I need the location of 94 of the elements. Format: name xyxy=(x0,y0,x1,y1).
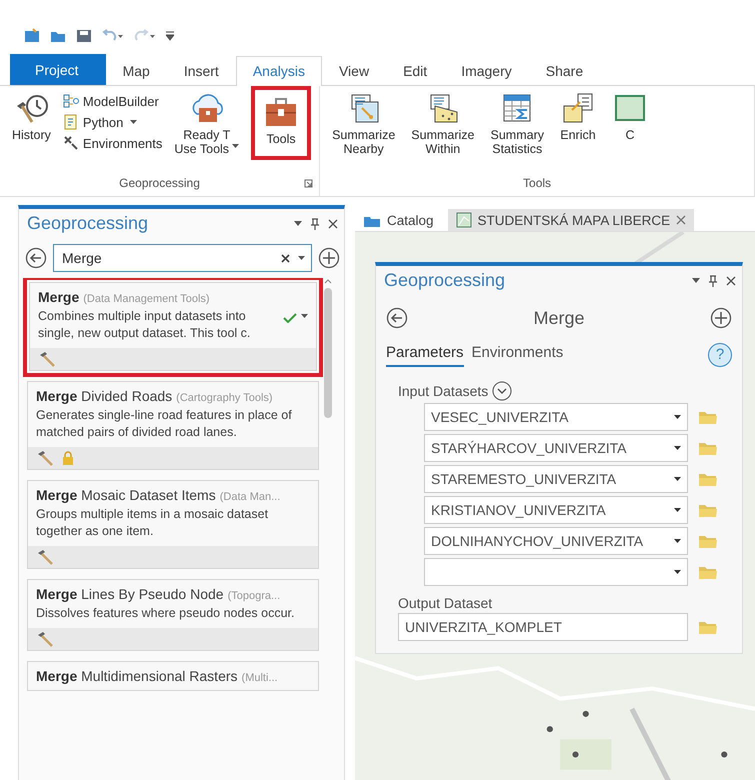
close-icon[interactable] xyxy=(676,215,686,225)
tool-description: Groups multiple items in a mosaic dataset together as one item. xyxy=(36,506,270,540)
document-tab[interactable]: Catalog xyxy=(355,210,442,231)
toolbox-name: (Cartography Tools) xyxy=(176,392,273,404)
dropdown-caret-icon[interactable] xyxy=(301,314,308,319)
dropdown-caret-icon[interactable] xyxy=(130,120,138,124)
ribbon-tab[interactable]: Imagery xyxy=(444,56,529,85)
toolbox-name: (Topogra... xyxy=(228,590,280,602)
pane-title: Geoprocessing xyxy=(384,270,506,291)
add-icon[interactable] xyxy=(710,307,732,329)
model-diagram-icon xyxy=(62,93,79,109)
ribbon-tab[interactable]: Insert xyxy=(166,56,236,85)
ribbon-button[interactable]: C xyxy=(606,90,654,144)
parameter-label: Output Dataset xyxy=(398,595,492,611)
document-tab[interactable]: STUDENTSKÁ MAPA LIBERCE xyxy=(448,209,694,231)
hammer-icon xyxy=(38,351,56,367)
ribbon-button[interactable]: Summarize Within xyxy=(405,90,480,158)
dataset-dropdown[interactable]: STARÝHARCOV_UNIVERZITA xyxy=(424,434,688,462)
tool-name: Merge xyxy=(532,308,586,328)
dropdown-caret-icon[interactable] xyxy=(674,476,681,482)
ribbon-small-button[interactable]: Python xyxy=(60,113,164,131)
tool-result-card[interactable]: Merge Divided Roads (Cartography Tools) Generates single-line road features in place of matched pairs of divided road lanes. xyxy=(27,381,319,470)
ribbon-button[interactable]: Enrich xyxy=(554,90,602,144)
ribbon-tab[interactable]: Project xyxy=(10,54,106,85)
ribbon-tab[interactable]: Share xyxy=(528,56,600,85)
redo-icon[interactable] xyxy=(134,29,156,43)
tool-result-card[interactable]: Merge Mosaic Dataset Items (Data Man... Groups multiple items in a mosaic dataset together as one item. xyxy=(27,480,319,569)
dropdown-caret-icon[interactable] xyxy=(674,508,681,512)
dropdown-caret-icon[interactable] xyxy=(674,538,681,544)
wrench-screwdriver-icon xyxy=(62,135,79,151)
dataset-dropdown[interactable]: STAREMESTO_UNIVERZITA xyxy=(424,465,688,493)
dropdown-caret-icon[interactable] xyxy=(232,144,240,149)
pin-icon[interactable] xyxy=(708,274,718,286)
panel-tab[interactable]: Parameters xyxy=(386,344,464,366)
tool-title: Merge Mosaic Dataset Items xyxy=(36,487,216,503)
ribbon-tab[interactable]: Edit xyxy=(386,56,444,85)
hammer-icon xyxy=(36,549,54,565)
tool-title: Merge Multidimensional Rasters xyxy=(36,668,238,684)
add-icon[interactable] xyxy=(318,247,340,269)
pin-icon[interactable] xyxy=(310,218,320,230)
customize-toolbar-icon[interactable] xyxy=(166,31,174,41)
tool-description: Generates single-line road features in place of matched pairs of divided road lanes. xyxy=(36,407,293,441)
dropdown-caret-icon[interactable] xyxy=(674,570,681,574)
scrollbar-thumb[interactable] xyxy=(324,288,332,418)
toolbox-name: (Data Man... xyxy=(220,491,280,503)
group-label: Tools xyxy=(523,176,552,190)
ribbon-tab[interactable]: View xyxy=(322,56,386,85)
toolbox-name: (Data Management Tools) xyxy=(83,293,210,305)
dataset-dropdown[interactable]: KRISTIANOV_UNIVERZITA xyxy=(424,496,688,524)
ribbon-tab[interactable]: Map xyxy=(106,56,167,85)
panel-tab[interactable]: Environments xyxy=(472,344,564,366)
back-icon[interactable] xyxy=(386,307,408,329)
tool-title: Merge Lines By Pseudo Node xyxy=(36,586,224,602)
script-icon xyxy=(62,114,79,130)
map-icon xyxy=(456,212,472,228)
ribbon-button[interactable]: Summary Statistics xyxy=(484,90,550,158)
dropdown-caret-icon[interactable] xyxy=(674,414,681,420)
ribbon-tab[interactable]: Analysis xyxy=(236,56,322,86)
dropdown-caret-icon[interactable] xyxy=(674,446,681,450)
group-label: Geoprocessing xyxy=(119,176,200,190)
collapse-icon[interactable] xyxy=(492,381,512,401)
output-field[interactable]: UNIVERZITA_KOMPLET xyxy=(398,613,688,641)
ribbon-button[interactable]: History xyxy=(6,90,57,144)
scroll-up-icon[interactable] xyxy=(324,278,332,284)
ribbon-small-button[interactable]: ModelBuilder xyxy=(60,92,164,110)
tool-description: Dissolves features where pseudo nodes occur. xyxy=(36,605,294,622)
tool-result-card[interactable]: Merge Multidimensional Rasters (Multi... xyxy=(27,661,319,691)
close-icon[interactable] xyxy=(328,218,338,228)
close-icon[interactable] xyxy=(726,276,736,286)
dataset-dropdown[interactable]: DOLNIHANYCHOV_UNIVERZITA xyxy=(424,527,688,555)
toolbox-name: (Multi... xyxy=(242,672,278,684)
save-icon[interactable] xyxy=(76,28,92,44)
tool-title: Merge Divided Roads xyxy=(36,388,172,404)
ribbon-small-button[interactable]: Environments xyxy=(60,134,164,152)
hammer-icon xyxy=(36,450,54,466)
tool-title: Merge xyxy=(38,289,80,305)
search-field[interactable]: Merge xyxy=(53,244,312,272)
ribbon-button[interactable]: Ready T Use Tools xyxy=(168,90,246,158)
tool-description: Combines multiple input datasets into single, new output dataset. This tool c. xyxy=(38,308,252,342)
parameter-label: Input Datasets xyxy=(398,383,488,399)
highlighted-ribbon-button[interactable]: Tools xyxy=(255,90,308,156)
dialog-launcher-icon[interactable] xyxy=(304,179,314,188)
undo-icon[interactable] xyxy=(102,29,124,43)
new-project-icon[interactable] xyxy=(24,28,40,44)
tool-result-card[interactable]: Merge Lines By Pseudo Node (Topogra... Dissolves features where pseudo nodes occur. xyxy=(27,579,319,651)
dropdown-caret-icon[interactable] xyxy=(692,278,700,284)
ribbon-button[interactable]: Summarize Nearby xyxy=(326,90,402,158)
dropdown-caret-icon[interactable] xyxy=(298,256,305,260)
dataset-dropdown[interactable]: VESEC_UNIVERZITA xyxy=(424,403,688,431)
back-icon[interactable] xyxy=(25,247,47,269)
dropdown-caret-icon[interactable] xyxy=(294,220,302,226)
pane-title: Geoprocessing xyxy=(27,213,148,234)
clear-icon[interactable] xyxy=(281,254,290,262)
hammer-icon xyxy=(36,631,54,647)
